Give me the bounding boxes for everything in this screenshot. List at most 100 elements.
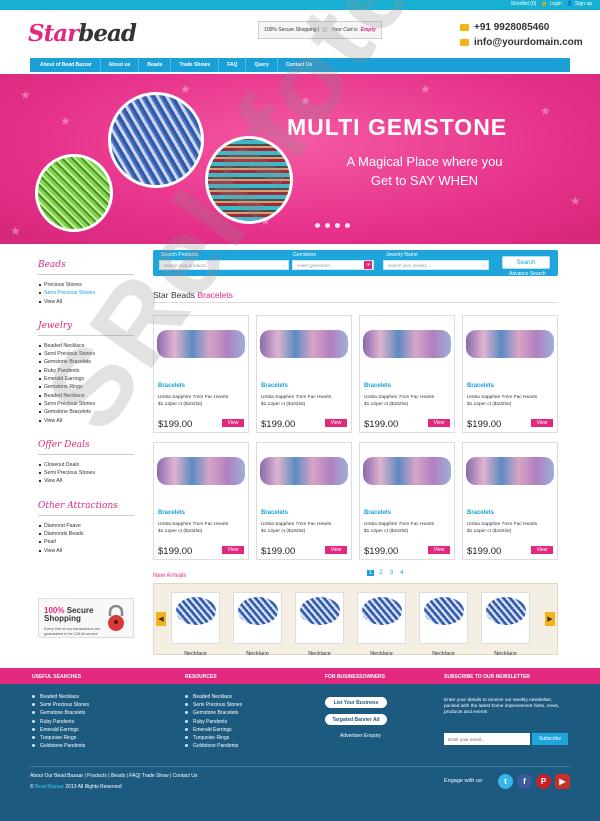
view-button[interactable]: View <box>325 419 347 427</box>
slider-dot[interactable] <box>315 223 320 228</box>
twitter-icon[interactable]: t <box>498 774 513 789</box>
product-desc-line2: $1.12per ct ($102lot) <box>261 529 306 534</box>
product-card[interactable]: Bracelets Umba Sapphire 7mm Fac Hearts $1.… <box>256 315 352 433</box>
product-image[interactable] <box>363 457 451 485</box>
page-link[interactable]: 1 <box>367 570 375 576</box>
product-card[interactable]: Bracelets Umba Sapphire 7mm Fac Hearts $1.… <box>359 315 455 433</box>
view-button[interactable]: View <box>428 546 450 554</box>
slider-dot[interactable] <box>335 223 340 228</box>
list-business-button[interactable]: List Your Business <box>325 697 387 708</box>
sidebar-item[interactable]: Pearl <box>38 538 134 546</box>
nav-about-us[interactable]: About us <box>101 58 140 72</box>
search-button[interactable]: Search <box>502 256 550 269</box>
footer-link[interactable]: Semi Precious Stones <box>185 701 242 709</box>
view-button[interactable]: View <box>428 419 450 427</box>
gemstone-select[interactable]: select gemstone... ▾ <box>292 260 374 270</box>
product-image <box>176 597 216 625</box>
sidebar-item[interactable]: Diamond Paave <box>38 522 134 530</box>
product-desc-line2: $1.12per ct ($102lot) <box>261 402 306 407</box>
product-card[interactable]: Bracelets Umba Sapphire 7mm Fac Hearts $1.… <box>462 442 558 560</box>
new-arrival-item[interactable]: Necklace <box>171 592 220 657</box>
product-name[interactable]: Bracelets <box>467 510 494 516</box>
sidebar-item[interactable]: Semi Precious Stones <box>38 469 134 477</box>
view-button[interactable]: View <box>325 546 347 554</box>
sidebar-item[interactable]: Closeout Deals <box>38 461 134 469</box>
copyright-brand[interactable]: Bead Bazaar <box>35 784 64 790</box>
chevron-down-icon[interactable]: ▾ <box>364 261 372 269</box>
product-image[interactable] <box>260 330 348 358</box>
email-address[interactable]: info@yourdomain.com <box>474 37 583 48</box>
footer-link[interactable]: Emerald Earrings <box>32 726 89 734</box>
footer-link[interactable]: Emerald Earrings <box>185 726 242 734</box>
product-image[interactable] <box>363 330 451 358</box>
facebook-icon[interactable]: f <box>517 774 532 789</box>
footer-link[interactable]: Goldstone Pandents <box>32 742 89 750</box>
nav-beads[interactable]: Beads <box>139 58 172 72</box>
sidebar-item-view-all[interactable]: View All <box>38 547 134 555</box>
view-button[interactable]: View <box>222 546 244 554</box>
product-desc: Umba Sapphire 7mm Fac Hearts $1.12per ct … <box>467 394 537 408</box>
logo[interactable]: Starbead <box>28 20 137 47</box>
slider-dot[interactable] <box>345 223 350 228</box>
mail-icon <box>460 39 469 46</box>
chevron-right-icon[interactable]: ▶ <box>545 612 555 626</box>
shortlist-link[interactable]: Shortlist (0) <box>511 1 537 7</box>
product-price: $199.00 <box>364 419 399 430</box>
sidebar-item-view-all[interactable]: View All <box>38 477 134 485</box>
page-link[interactable]: 4 <box>398 570 405 576</box>
page-link[interactable]: 2 <box>377 570 384 576</box>
footer-link[interactable]: Beaded Necklace <box>185 693 242 701</box>
signup-link[interactable]: 👤 Sign up <box>567 1 592 7</box>
footer-link[interactable]: Gemstone Bracelets <box>185 709 242 717</box>
footer-link[interactable]: Turquoise Rings <box>32 734 89 742</box>
pinterest-icon[interactable]: P <box>536 774 551 789</box>
footer-links[interactable]: About Our Bead Bazaar | Products | Beads… <box>30 773 197 779</box>
nav-trade-shows[interactable]: Trade Shows <box>171 58 220 72</box>
targeted-banner-button[interactable]: Targated Banner Ad <box>325 714 387 725</box>
search-icon[interactable]: ⌕ <box>482 263 485 268</box>
page-link[interactable]: 3 <box>388 570 395 576</box>
product-name[interactable]: Bracelets <box>158 510 185 516</box>
view-button[interactable]: View <box>531 419 553 427</box>
login-link[interactable]: 🔒 Login <box>541 1 561 7</box>
product-card[interactable]: Bracelets Umba Sapphire 7mm Fac Hearts $1.… <box>359 442 455 560</box>
product-image[interactable] <box>157 457 245 485</box>
product-name[interactable]: Bracelets <box>261 510 288 516</box>
footer-link[interactable]: Gemstone Bracelets <box>32 709 89 717</box>
product-image[interactable] <box>466 330 554 358</box>
nav-about-bead-bazzar[interactable]: About of Bead Bazzar <box>32 58 101 72</box>
new-arrival-item[interactable]: Necklace <box>295 592 344 657</box>
footer-link[interactable]: Ruby Pandents <box>32 718 89 726</box>
slider-dot[interactable] <box>325 223 330 228</box>
advertiser-enquiry-link[interactable]: Advertiser Enquiry <box>340 733 381 739</box>
product-name[interactable]: Bracelets <box>364 383 391 389</box>
product-image[interactable] <box>260 457 348 485</box>
new-arrival-item[interactable]: Necklace <box>357 592 406 657</box>
newsletter-email-input[interactable]: Enter your email... <box>444 733 530 745</box>
new-arrival-item[interactable]: Necklace <box>419 592 468 657</box>
sidebar-item[interactable]: Diamonds Beads <box>38 530 134 538</box>
jewelry-name-input[interactable]: search your jewelry... ⌕ <box>383 260 489 270</box>
new-arrival-item[interactable]: Necklace <box>481 592 530 657</box>
youtube-icon[interactable]: ▶ <box>555 774 570 789</box>
footer-link[interactable]: Turquoise Rings <box>185 734 242 742</box>
product-image[interactable] <box>466 457 554 485</box>
footer-link[interactable]: Goldstone Pandents <box>185 742 242 750</box>
footer-link[interactable]: Ruby Pandents <box>185 718 242 726</box>
new-arrival-item[interactable]: Necklace <box>233 592 282 657</box>
subscribe-button[interactable]: Subscribe <box>532 733 568 745</box>
product-card[interactable]: Bracelets Umba Sapphire 7mm Fac Hearts $1.… <box>462 315 558 433</box>
product-name[interactable]: Bracelets <box>467 383 494 389</box>
product-price: $199.00 <box>467 419 502 430</box>
product-card[interactable]: Bracelets Umba Sapphire 7mm Fac Hearts $1.… <box>256 442 352 560</box>
view-button[interactable]: View <box>531 546 553 554</box>
advance-search-link[interactable]: Advance Search <box>509 271 546 277</box>
footer-link[interactable]: Semi Precious Stones <box>32 701 89 709</box>
product-card[interactable]: Bracelets Umba Sapphire 7mm Fac Hearts $1.… <box>153 442 249 560</box>
product-name[interactable]: Bracelets <box>261 383 288 389</box>
search-icon[interactable]: ⌕ <box>282 263 285 268</box>
view-button[interactable]: View <box>222 419 244 427</box>
chevron-left-icon[interactable]: ◀ <box>156 612 166 626</box>
product-name[interactable]: Bracelets <box>364 510 391 516</box>
footer-link[interactable]: Beaded Necklace <box>32 693 89 701</box>
